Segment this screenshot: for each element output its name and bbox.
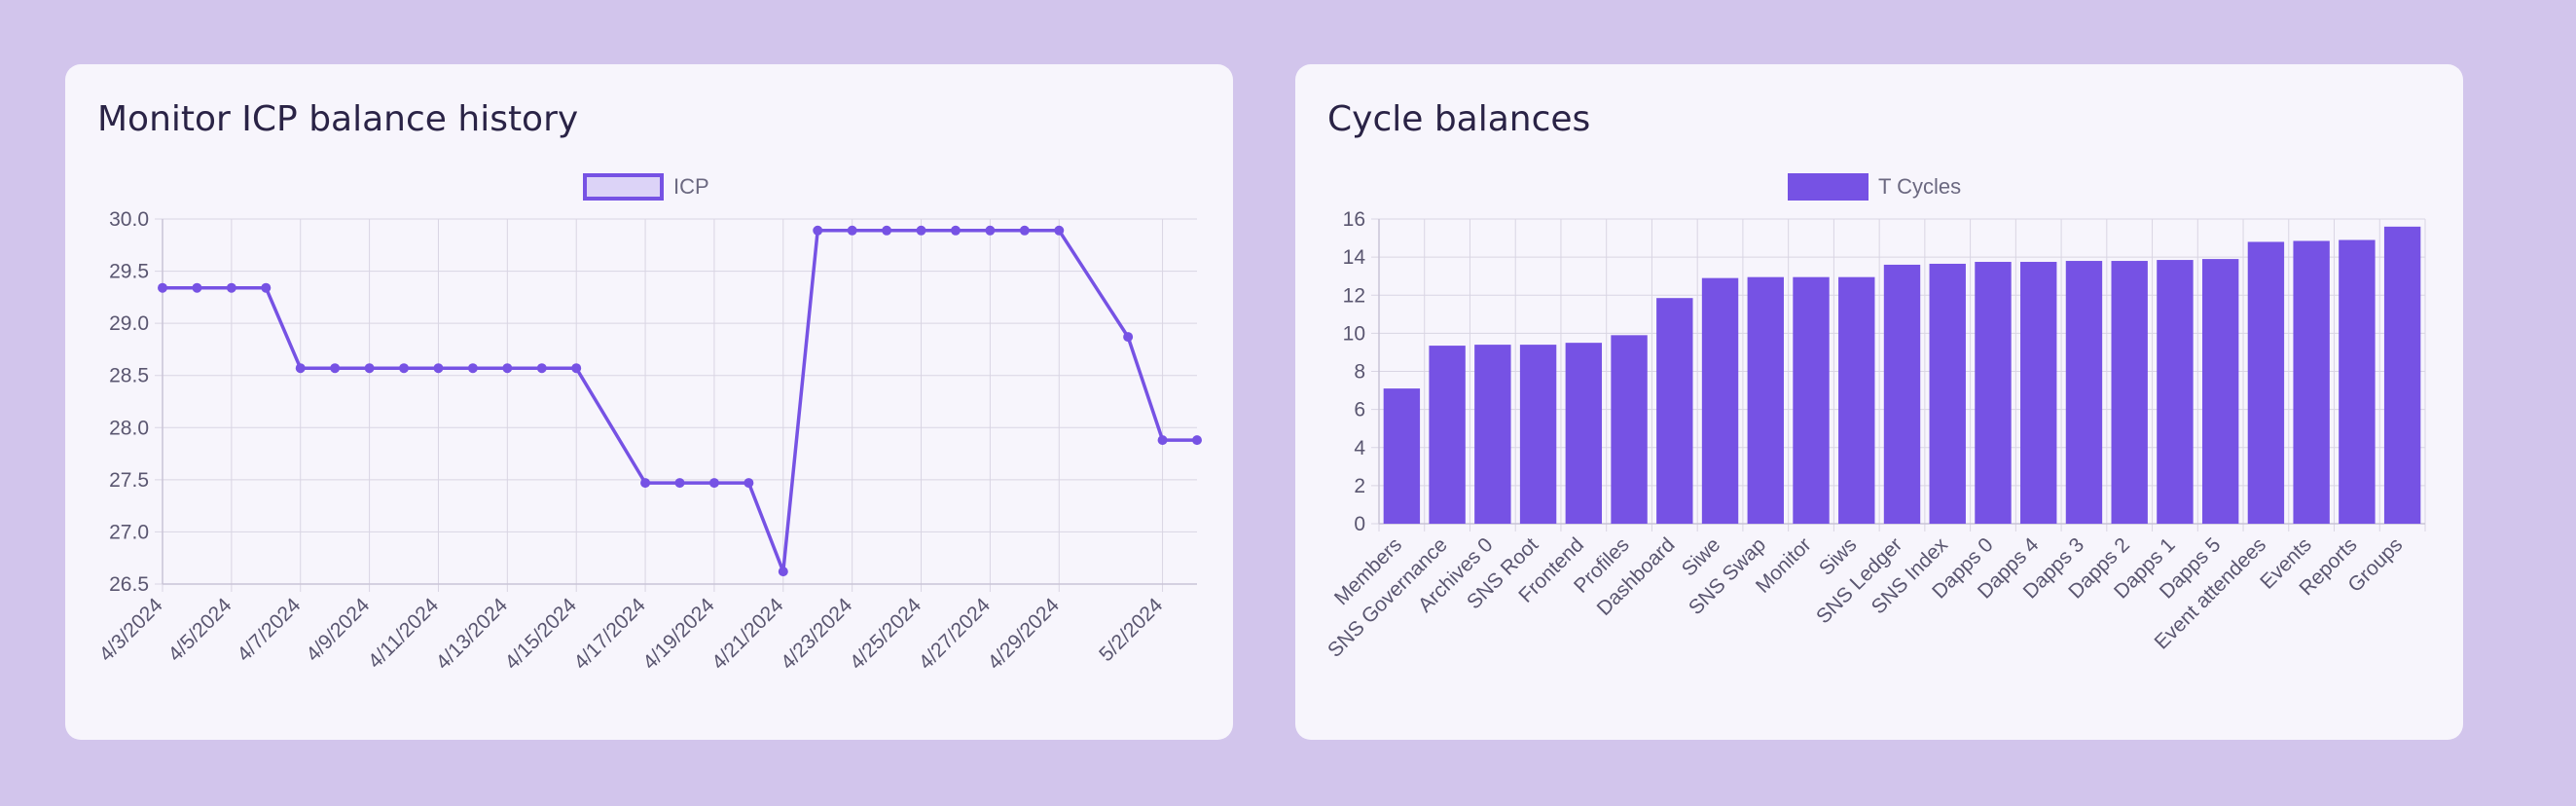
data-point [433,363,444,374]
bar [1656,298,1693,524]
data-point [226,282,236,293]
data-point [985,225,996,236]
data-point [847,225,857,236]
icp-balance-card: Monitor ICP balance history ICP 30.0 29.5… [65,64,1233,740]
y-tick-label: 28.5 [109,365,149,387]
data-point [158,282,167,293]
bar [2065,261,2103,524]
data-point [640,478,651,489]
y-tick-label: 27.5 [109,469,149,492]
y-tick-label: 6 [1354,399,1365,421]
bar [1975,262,2012,524]
y-tick-label: 27.0 [109,521,149,543]
y-tick-label: 26.5 [109,573,149,596]
bar [1383,388,1421,524]
bar [1929,263,1966,524]
y-tick-label: 12 [1343,284,1365,307]
data-point [364,363,375,374]
bar [1519,345,1557,524]
x-tick-label: 4/23/2024 [777,594,857,675]
bar [2201,259,2239,524]
y-tick-label: 4 [1354,437,1365,459]
data-point [467,363,478,374]
bar [2383,226,2421,524]
y-tick-label: 29.0 [109,312,149,335]
data-point [399,363,410,374]
data-point [536,363,547,374]
bar [1747,276,1784,524]
data-point [1054,225,1065,236]
bar [2247,241,2285,524]
bar [1474,345,1511,524]
bar [2293,240,2330,524]
data-point [502,363,513,374]
data-point [813,225,823,236]
data-point [330,363,341,374]
x-tick-label: 4/27/2024 [915,594,996,675]
data-point [571,363,582,374]
y-tick-label: 29.5 [109,261,149,283]
bar [1429,346,1466,524]
y-tick-label: 28.0 [109,417,149,439]
bar [1611,335,1648,524]
x-tick-label: 4/15/2024 [501,594,582,675]
data-point [950,225,961,236]
data-point [1192,435,1202,446]
x-tick-label: 4/29/2024 [984,594,1065,675]
bar [1838,276,1875,524]
x-tick-label: 4/21/2024 [707,594,788,675]
y-tick-label: 2 [1354,475,1365,497]
data-point [192,282,202,293]
y-tick-label: 10 [1343,322,1365,345]
data-point [674,478,685,489]
line-chart: 30.0 29.5 29.0 28.5 28.0 27.5 27.0 26.54/3/2024… [95,208,1202,675]
bar [1701,277,1739,524]
bar [2020,262,2057,524]
bar [2339,239,2376,525]
bar-chart: 1614121086420MembersSNS GovernanceArchiv… [1324,208,2426,662]
bar [2111,261,2148,524]
data-point [778,567,788,577]
series-line [163,229,1197,573]
data-point [261,282,272,293]
data-point [916,225,926,236]
data-point [708,478,719,489]
data-point [1123,332,1134,343]
x-tick-label: 4/19/2024 [638,594,719,675]
x-tick-label: 4/17/2024 [569,594,650,675]
y-tick-label: 30.0 [109,208,149,231]
data-point [882,225,892,236]
y-tick-label: 16 [1343,208,1365,231]
x-tick-label: 4/25/2024 [846,594,926,675]
bar [1793,276,1830,524]
data-point [295,363,306,374]
bar [1883,264,1921,524]
x-tick-label: 4/5/2024 [164,594,236,666]
y-tick-label: 8 [1354,361,1365,384]
x-tick-label: 4/11/2024 [364,594,443,673]
data-point [1019,225,1030,236]
x-tick-label: 5/2/2024 [1095,594,1167,666]
y-tick-label: 14 [1343,246,1366,269]
x-tick-label: 4/9/2024 [302,594,374,666]
data-point [1157,435,1168,446]
data-point [744,478,754,489]
bar [2157,260,2194,524]
cycle-balances-card: Cycle balances T Cycles 16 14 12 10 8 6 4 2 0 Mem… [1295,64,2463,740]
x-tick-label: 4/13/2024 [432,594,513,675]
x-tick-label: 4/3/2024 [95,594,167,666]
y-tick-label: 0 [1354,513,1365,535]
x-tick-label: 4/7/2024 [233,594,305,666]
bar [1565,343,1603,524]
